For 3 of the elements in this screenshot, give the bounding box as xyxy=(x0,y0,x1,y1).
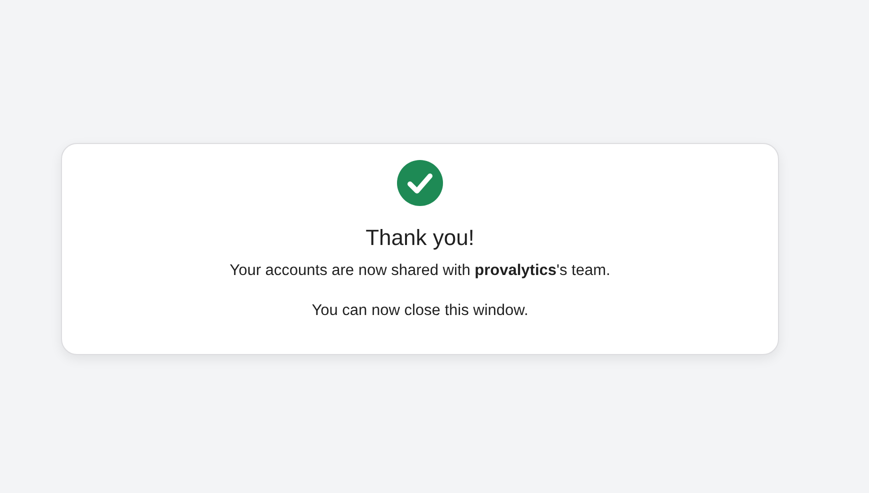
note-text: You can now close this window. xyxy=(312,301,528,321)
title: Thank you! xyxy=(366,224,474,252)
message-text: Your accounts are now shared with provalytics's team. xyxy=(230,261,610,281)
